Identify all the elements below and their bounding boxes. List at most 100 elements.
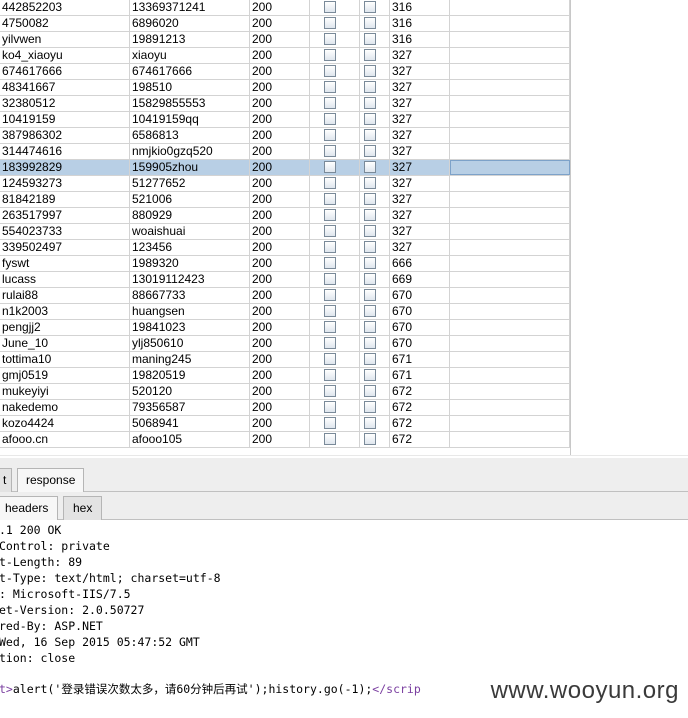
timeout-checkbox[interactable]	[364, 97, 376, 109]
table-row[interactable]: 183992829 159905zhou 200 327	[0, 160, 570, 176]
table-row[interactable]: 314474616 nmjkio0gzq520 200 327	[0, 144, 570, 160]
username-cell: June_10	[0, 336, 130, 351]
table-row[interactable]: tottima10 maning245 200 671	[0, 352, 570, 368]
tab-hex[interactable]: hex	[63, 496, 103, 520]
table-row[interactable]: nakedemo 79356587 200 672	[0, 400, 570, 416]
error-checkbox[interactable]	[324, 433, 336, 445]
table-row[interactable]: kozo4424 5068941 200 672	[0, 416, 570, 432]
error-cell	[310, 160, 360, 175]
split-pane-divider[interactable]	[0, 455, 688, 456]
timeout-checkbox[interactable]	[364, 177, 376, 189]
timeout-checkbox[interactable]	[364, 1, 376, 13]
password-cell: 51277652	[130, 176, 250, 191]
timeout-checkbox[interactable]	[364, 369, 376, 381]
password-cell: 674617666	[130, 64, 250, 79]
error-checkbox[interactable]	[324, 417, 336, 429]
timeout-checkbox[interactable]	[364, 241, 376, 253]
timeout-checkbox[interactable]	[364, 273, 376, 285]
error-checkbox[interactable]	[324, 33, 336, 45]
password-cell: 6896020	[130, 16, 250, 31]
table-row[interactable]: 124593273 51277652 200 327	[0, 176, 570, 192]
table-row[interactable]: 554023733 woaishuai 200 327	[0, 224, 570, 240]
timeout-checkbox[interactable]	[364, 321, 376, 333]
error-checkbox[interactable]	[324, 241, 336, 253]
error-checkbox[interactable]	[324, 353, 336, 365]
response-header-line: tion: close	[0, 651, 76, 665]
timeout-checkbox[interactable]	[364, 225, 376, 237]
error-checkbox[interactable]	[324, 289, 336, 301]
table-row[interactable]: 32380512 15829855553 200 327	[0, 96, 570, 112]
error-checkbox[interactable]	[324, 81, 336, 93]
timeout-checkbox[interactable]	[364, 209, 376, 221]
table-row[interactable]: 10419159 10419159qq 200 327	[0, 112, 570, 128]
timeout-checkbox[interactable]	[364, 417, 376, 429]
timeout-checkbox[interactable]	[364, 65, 376, 77]
tab-response[interactable]: response	[17, 468, 85, 492]
timeout-checkbox[interactable]	[364, 129, 376, 141]
table-row[interactable]: rulai88 88667733 200 670	[0, 288, 570, 304]
timeout-checkbox[interactable]	[364, 305, 376, 317]
table-row[interactable]: 674617666 674617666 200 327	[0, 64, 570, 80]
timeout-checkbox[interactable]	[364, 161, 376, 173]
error-checkbox[interactable]	[324, 113, 336, 125]
error-checkbox[interactable]	[324, 65, 336, 77]
timeout-checkbox[interactable]	[364, 145, 376, 157]
table-row[interactable]: 339502497 123456 200 327	[0, 240, 570, 256]
table-row[interactable]: ko4_xiaoyu xiaoyu 200 327	[0, 48, 570, 64]
response-header-line: : Microsoft-IIS/7.5	[0, 587, 131, 601]
error-checkbox[interactable]	[324, 273, 336, 285]
tab-headers[interactable]: headers	[0, 496, 59, 520]
table-row[interactable]: fyswt 1989320 200 666	[0, 256, 570, 272]
table-row[interactable]: yilvwen 19891213 200 316	[0, 32, 570, 48]
timeout-checkbox[interactable]	[364, 289, 376, 301]
timeout-checkbox[interactable]	[364, 433, 376, 445]
table-row[interactable]: June_10 ylj850610 200 670	[0, 336, 570, 352]
timeout-checkbox[interactable]	[364, 81, 376, 93]
error-checkbox[interactable]	[324, 161, 336, 173]
timeout-checkbox[interactable]	[364, 33, 376, 45]
timeout-checkbox[interactable]	[364, 193, 376, 205]
error-checkbox[interactable]	[324, 193, 336, 205]
error-checkbox[interactable]	[324, 1, 336, 13]
table-row[interactable]: gmj0519 19820519 200 671	[0, 368, 570, 384]
error-cell	[310, 352, 360, 367]
error-checkbox[interactable]	[324, 177, 336, 189]
table-row[interactable]: 387986302 6586813 200 327	[0, 128, 570, 144]
error-checkbox[interactable]	[324, 209, 336, 221]
error-checkbox[interactable]	[324, 385, 336, 397]
table-row[interactable]: 442852203 13369371241 200 316	[0, 0, 570, 16]
timeout-checkbox[interactable]	[364, 385, 376, 397]
length-cell: 327	[390, 176, 450, 191]
comment-cell	[450, 272, 570, 287]
error-checkbox[interactable]	[324, 305, 336, 317]
error-checkbox[interactable]	[324, 369, 336, 381]
error-checkbox[interactable]	[324, 257, 336, 269]
timeout-checkbox[interactable]	[364, 337, 376, 349]
timeout-checkbox[interactable]	[364, 113, 376, 125]
timeout-checkbox[interactable]	[364, 353, 376, 365]
error-checkbox[interactable]	[324, 49, 336, 61]
table-row[interactable]: pengjj2 19841023 200 670	[0, 320, 570, 336]
error-checkbox[interactable]	[324, 17, 336, 29]
table-row[interactable]: lucass 13019112423 200 669	[0, 272, 570, 288]
timeout-checkbox[interactable]	[364, 257, 376, 269]
error-checkbox[interactable]	[324, 97, 336, 109]
timeout-checkbox[interactable]	[364, 49, 376, 61]
table-row[interactable]: afooo.cn afooo105 200 672	[0, 432, 570, 448]
error-checkbox[interactable]	[324, 401, 336, 413]
error-checkbox[interactable]	[324, 145, 336, 157]
table-row[interactable]: n1k2003 huangsen 200 670	[0, 304, 570, 320]
tab-request[interactable]: t	[0, 468, 12, 492]
timeout-checkbox[interactable]	[364, 401, 376, 413]
table-row[interactable]: mukeyiyi 520120 200 672	[0, 384, 570, 400]
error-checkbox[interactable]	[324, 321, 336, 333]
table-row[interactable]: 4750082 6896020 200 316	[0, 16, 570, 32]
table-row[interactable]: 81842189 521006 200 327	[0, 192, 570, 208]
table-row[interactable]: 263517997 880929 200 327	[0, 208, 570, 224]
timeout-checkbox[interactable]	[364, 17, 376, 29]
table-row[interactable]: 48341667 198510 200 327	[0, 80, 570, 96]
error-checkbox[interactable]	[324, 225, 336, 237]
length-cell: 671	[390, 352, 450, 367]
error-checkbox[interactable]	[324, 129, 336, 141]
error-checkbox[interactable]	[324, 337, 336, 349]
